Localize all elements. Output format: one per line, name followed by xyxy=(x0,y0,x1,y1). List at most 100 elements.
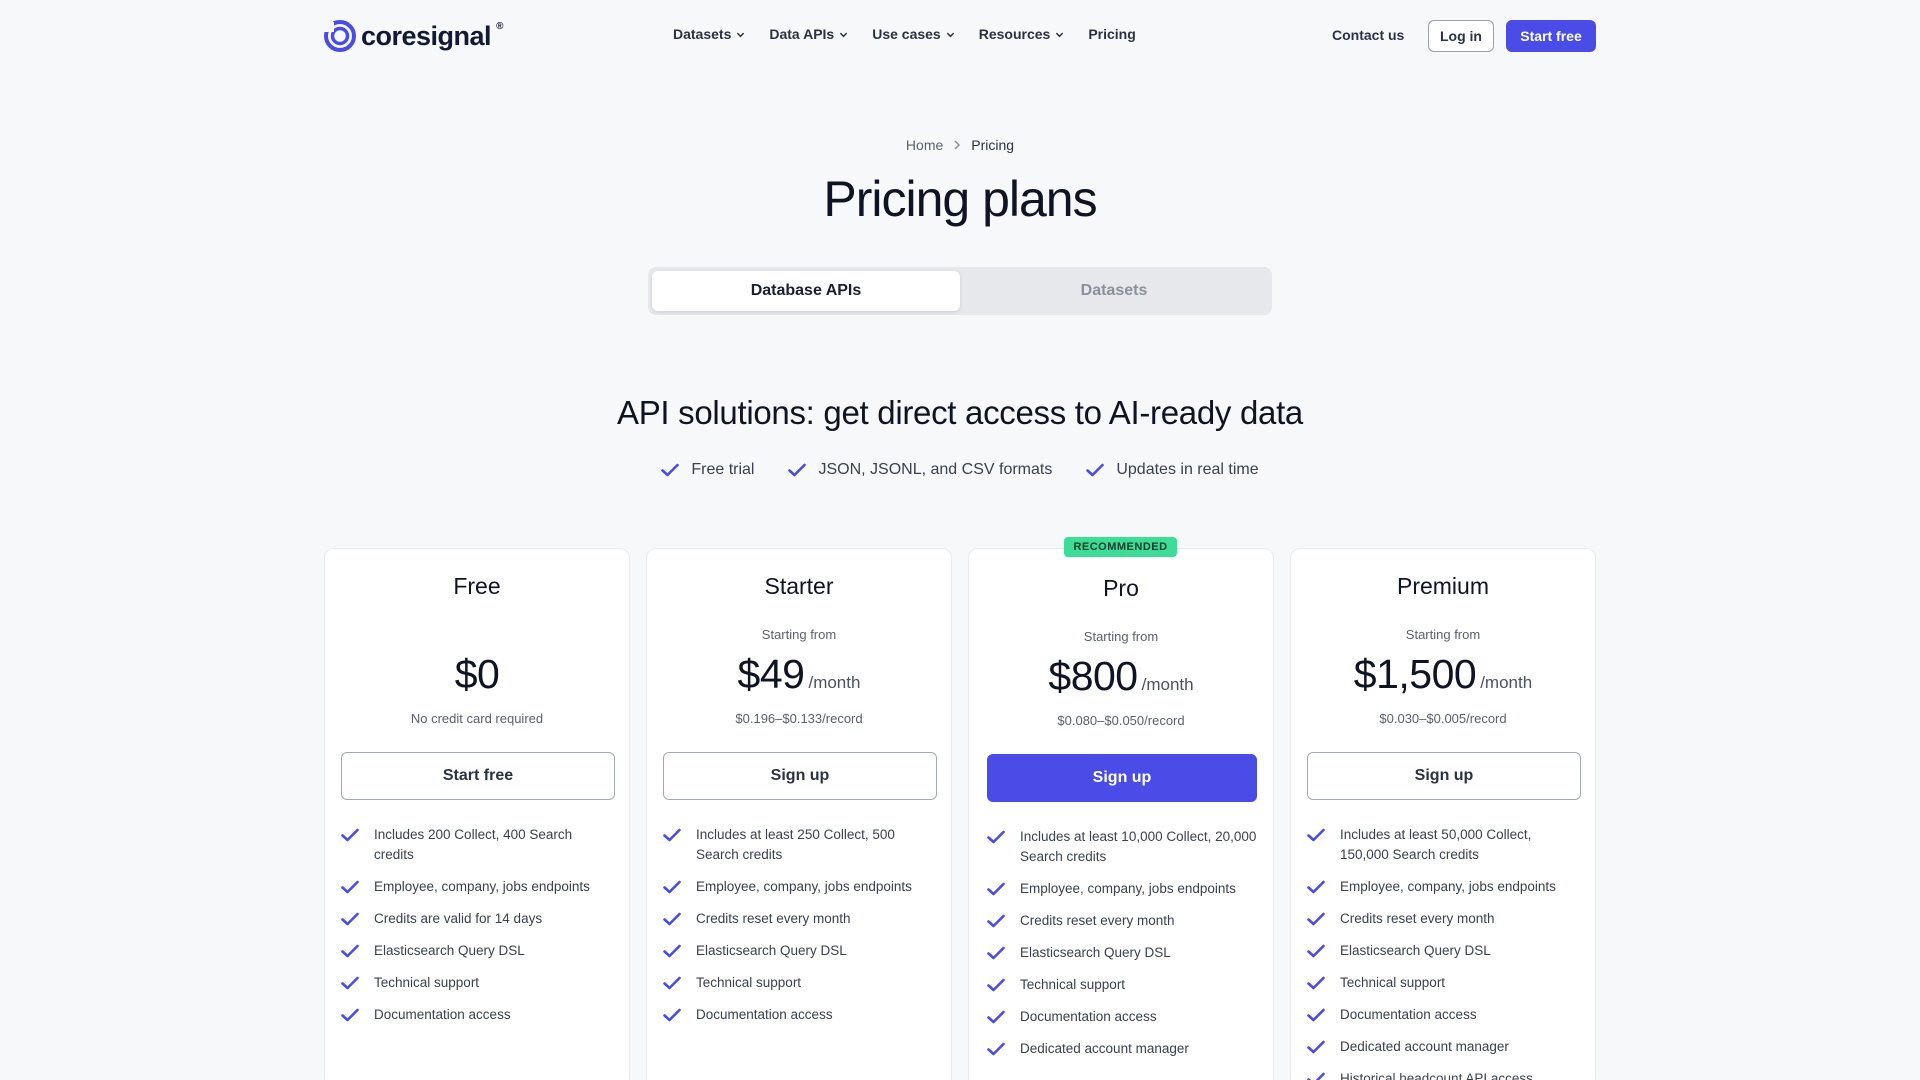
check-icon xyxy=(663,828,681,842)
check-icon xyxy=(1307,1072,1325,1080)
plan-bullet-label: Employee, company, jobs endpoints xyxy=(1340,879,1556,894)
plan-bullet-label: Dedicated account manager xyxy=(1020,1041,1189,1056)
nav-datasets[interactable]: Datasets xyxy=(673,26,745,42)
plan-bullet-label: Employee, company, jobs endpoints xyxy=(374,879,590,894)
nav-data-apis[interactable]: Data APIs xyxy=(769,26,848,42)
nav-use-cases[interactable]: Use cases xyxy=(872,26,955,42)
page-title: Pricing plans xyxy=(823,171,1097,227)
logo-text: coresignal xyxy=(361,20,492,51)
site-header: coresignal ® Datasets Data APIs Use cases… xyxy=(0,0,1920,72)
plan-bullet-item: Dedicated account manager xyxy=(1307,1037,1581,1057)
check-icon xyxy=(987,914,1005,928)
check-icon xyxy=(663,976,681,990)
plan-bullet-label: Dedicated account manager xyxy=(1340,1039,1509,1054)
plan-bullet-item: Historical headcount API access xyxy=(1307,1069,1581,1080)
plan-bullet-label: Elasticsearch Query DSL xyxy=(696,943,847,958)
plan-bullet-item: Technical support xyxy=(1307,973,1581,993)
check-icon xyxy=(1307,944,1325,958)
section-title: API solutions: get direct access to AI-r… xyxy=(616,394,1303,431)
plan-price: $1,500 xyxy=(1353,651,1477,697)
plan-name: Premium xyxy=(1396,573,1489,599)
sign-up-button[interactable]: Sign up xyxy=(663,752,937,800)
plan-note: $0.030–$0.005/record xyxy=(1379,711,1507,726)
feature-label: Free trial xyxy=(691,461,755,478)
sign-up-button[interactable]: Sign up xyxy=(987,754,1257,802)
check-icon xyxy=(987,978,1005,992)
chevron-down-icon xyxy=(840,32,848,37)
check-icon xyxy=(1307,912,1325,926)
plan-note: No credit card required xyxy=(410,711,544,726)
price-period: /month xyxy=(808,673,861,692)
plan-name: Free xyxy=(453,573,501,599)
plan-note: $0.196–$0.133/record xyxy=(735,711,863,726)
check-icon xyxy=(663,912,681,926)
starting-from-label: Starting from xyxy=(1083,629,1159,644)
plan-name: Pro xyxy=(1103,575,1139,601)
plan-card-pro: Pro Starting from $800 /month $0.080–$0.… xyxy=(968,548,1274,1080)
plan-bullet-label: Historical headcount API access xyxy=(1340,1071,1533,1080)
plan-price: $800 xyxy=(1048,653,1138,699)
plan-bullet-item: Technical support xyxy=(987,975,1261,995)
check-icon xyxy=(341,944,359,958)
login-button[interactable]: Log in xyxy=(1428,20,1494,52)
check-icon xyxy=(987,830,1005,844)
check-icon xyxy=(1086,463,1105,477)
contact-us-link[interactable]: Contact us xyxy=(1332,27,1404,43)
plan-bullet-label: Technical support xyxy=(1020,977,1126,992)
plan-bullet-label: Includes at least 10,000 Collect, 20,000… xyxy=(1020,829,1257,864)
check-icon xyxy=(341,976,359,990)
nav-pricing[interactable]: Pricing xyxy=(1088,26,1135,42)
plan-bullets: Includes at least 50,000 Collect, 150,00… xyxy=(1307,825,1581,1080)
chevron-down-icon xyxy=(946,32,954,37)
plan-bullet-label: Credits reset every month xyxy=(696,911,851,926)
plan-bullet-item: Documentation access xyxy=(1307,1005,1581,1025)
tab-datasets[interactable]: Datasets xyxy=(960,271,1268,311)
check-icon xyxy=(987,1042,1005,1056)
chevron-right-icon xyxy=(954,140,961,150)
nav-resources[interactable]: Resources xyxy=(979,26,1065,42)
check-icon xyxy=(341,828,359,842)
check-icon xyxy=(987,1010,1005,1024)
breadcrumb: Home Pricing xyxy=(0,137,1920,153)
start-free-button[interactable]: Start free xyxy=(1506,20,1596,52)
plan-bullet-item: Elasticsearch Query DSL xyxy=(341,941,615,961)
check-icon xyxy=(788,463,807,477)
plan-bullet-label: Employee, company, jobs endpoints xyxy=(1020,881,1236,896)
plan-bullet-item: Employee, company, jobs endpoints xyxy=(1307,877,1581,897)
starting-from-label: Starting from xyxy=(1405,627,1481,642)
chevron-down-icon xyxy=(737,32,745,37)
plan-price: $49 xyxy=(737,651,805,697)
check-icon xyxy=(1307,1008,1325,1022)
plan-bullet-item: Documentation access xyxy=(341,1005,615,1025)
coresignal-logo-icon xyxy=(324,20,356,52)
plan-bullet-item: Includes 200 Collect, 400 Search credits xyxy=(341,825,615,865)
tab-database-apis[interactable]: Database APIs xyxy=(652,271,960,311)
plan-bullet-item: Elasticsearch Query DSL xyxy=(987,943,1261,963)
plan-bullet-label: Technical support xyxy=(696,975,802,990)
plan-bullet-item: Dedicated account manager xyxy=(987,1039,1261,1059)
plan-bullet-item: Credits reset every month xyxy=(663,909,937,929)
breadcrumb-home[interactable]: Home xyxy=(906,137,943,153)
sign-up-button[interactable]: Sign up xyxy=(1307,752,1581,800)
plan-type-toggle: Database APIs Datasets xyxy=(648,267,1272,315)
plan-bullet-item: Employee, company, jobs endpoints xyxy=(987,879,1261,899)
plan-bullet-label: Documentation access xyxy=(1020,1009,1157,1024)
plan-bullet-item: Credits reset every month xyxy=(1307,909,1581,929)
plan-bullets: Includes 200 Collect, 400 Search credits… xyxy=(341,825,615,1037)
check-icon xyxy=(1307,1040,1325,1054)
coresignal-logo[interactable]: coresignal ® xyxy=(323,18,503,54)
plan-card-premium: Premium Starting from $1,500 /month $0.0… xyxy=(1290,548,1596,1080)
plan-bullet-label: Includes 200 Collect, 400 Search credits xyxy=(374,827,573,862)
plan-bullet-label: Elasticsearch Query DSL xyxy=(374,943,525,958)
feature-item: JSON, JSONL, and CSV formats xyxy=(788,461,1052,479)
check-icon xyxy=(663,1008,681,1022)
plan-bullet-item: Credits reset every month xyxy=(987,911,1261,931)
starting-from-label: Starting from xyxy=(761,627,837,642)
price-period: /month xyxy=(1480,673,1533,692)
plan-bullet-item: Technical support xyxy=(663,973,937,993)
plan-bullet-label: Technical support xyxy=(374,975,480,990)
plan-bullet-label: Documentation access xyxy=(696,1007,833,1022)
start-free-plan-button[interactable]: Start free xyxy=(341,752,615,800)
feature-label: JSON, JSONL, and CSV formats xyxy=(818,461,1053,478)
plan-bullet-item: Includes at least 250 Collect, 500 Searc… xyxy=(663,825,937,865)
